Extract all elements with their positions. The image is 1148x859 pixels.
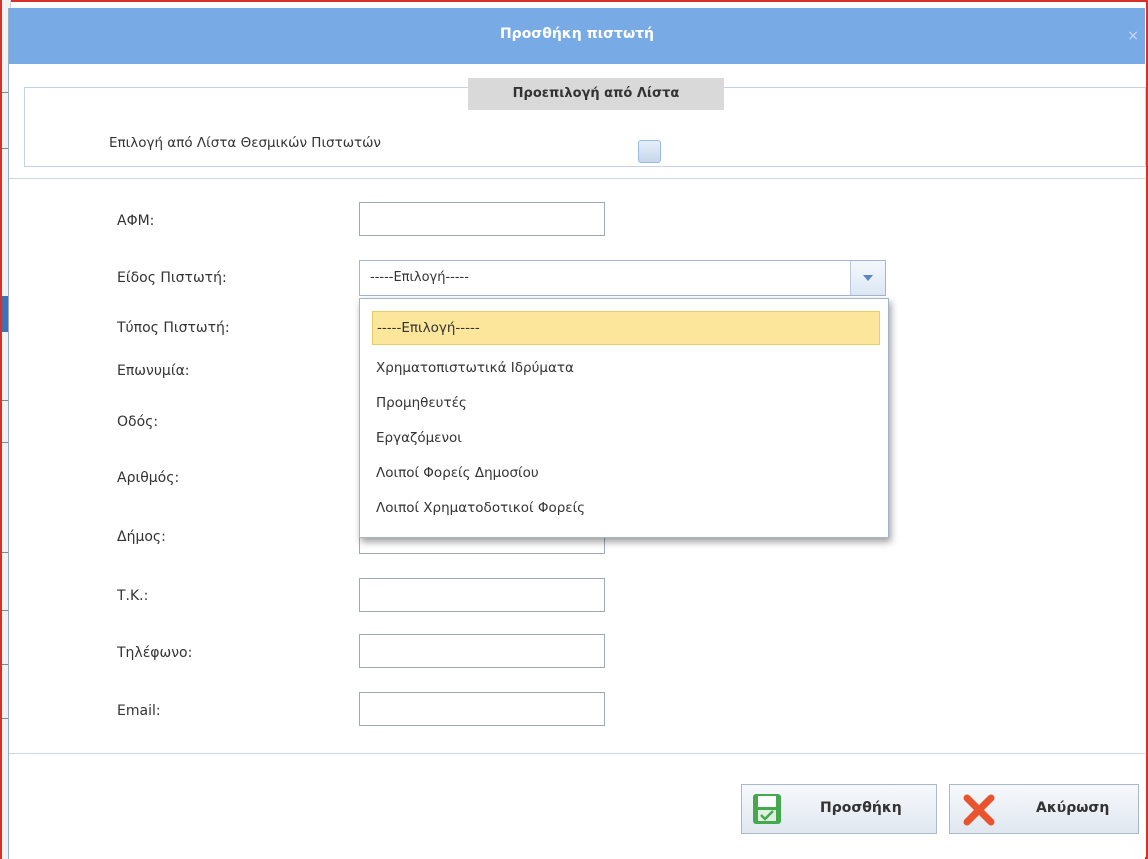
save-icon xyxy=(753,794,781,824)
dropdown-option[interactable]: -----Επιλογή----- xyxy=(372,311,880,345)
institutional-list-label: Επιλογή από Λίστα Θεσμικών Πιστωτών xyxy=(109,135,381,151)
postal-code-label: Τ.Κ.: xyxy=(117,588,149,604)
preset-section: Προεπιλογή από Λίστα Επιλογή από Λίστα Θ… xyxy=(24,78,1146,167)
postal-code-input[interactable] xyxy=(359,578,605,612)
preset-section-tab: Προεπιλογή από Λίστα xyxy=(468,78,724,110)
name-label: Επωνυμία: xyxy=(117,363,190,379)
number-label: Αριθμός: xyxy=(117,470,180,486)
creditor-kind-select[interactable]: -----Επιλογή----- xyxy=(359,260,886,296)
dialog-title: Προσθήκη πιστωτή xyxy=(499,26,655,42)
cancel-button-label: Ακύρωση xyxy=(1036,800,1110,816)
phone-label: Τηλέφωνο: xyxy=(117,645,193,661)
afm-input[interactable] xyxy=(359,202,605,236)
creditor-kind-value: -----Επιλογή----- xyxy=(370,270,469,285)
street-label: Οδός: xyxy=(117,414,159,430)
municipality-label: Δήμος: xyxy=(117,529,166,545)
email-label: Email: xyxy=(117,703,161,719)
institutional-list-checkbox[interactable] xyxy=(638,140,661,163)
chevron-down-icon xyxy=(863,275,873,281)
creditor-kind-label: Είδος Πιστωτή: xyxy=(117,270,227,286)
select-arrow-button[interactable] xyxy=(850,261,885,295)
add-creditor-dialog: Προσθήκη πιστωτή × Προεπιλογή από Λίστα … xyxy=(8,8,1146,859)
footer-divider xyxy=(9,753,1145,754)
phone-input[interactable] xyxy=(359,634,605,668)
cancel-button[interactable]: Ακύρωση xyxy=(949,784,1139,834)
dropdown-option[interactable]: Χρηματοπιστωτικά Ιδρύματα xyxy=(372,351,880,385)
afm-label: ΑΦΜ: xyxy=(117,213,155,229)
dropdown-option[interactable]: Εργαζόμενοι xyxy=(372,421,880,455)
add-button[interactable]: Προσθήκη xyxy=(741,784,937,834)
creditor-kind-dropdown: -----Επιλογή----- Χρηματοπιστωτικά Ιδρύμ… xyxy=(359,298,889,538)
dialog-titlebar[interactable]: Προσθήκη πιστωτή × xyxy=(9,8,1145,64)
add-button-label: Προσθήκη xyxy=(820,800,902,816)
creditor-type-label: Τύπος Πιστωτή: xyxy=(117,320,230,336)
section-divider xyxy=(9,178,1145,179)
close-icon[interactable]: × xyxy=(1127,28,1139,44)
dropdown-option[interactable]: Λοιποί Χρηματοδοτικοί Φορείς xyxy=(372,491,880,525)
cancel-x-icon xyxy=(963,794,995,826)
email-input[interactable] xyxy=(359,692,605,726)
dropdown-option[interactable]: Λοιποί Φορείς Δημοσίου xyxy=(372,456,880,490)
dropdown-option[interactable]: Προμηθευτές xyxy=(372,386,880,420)
